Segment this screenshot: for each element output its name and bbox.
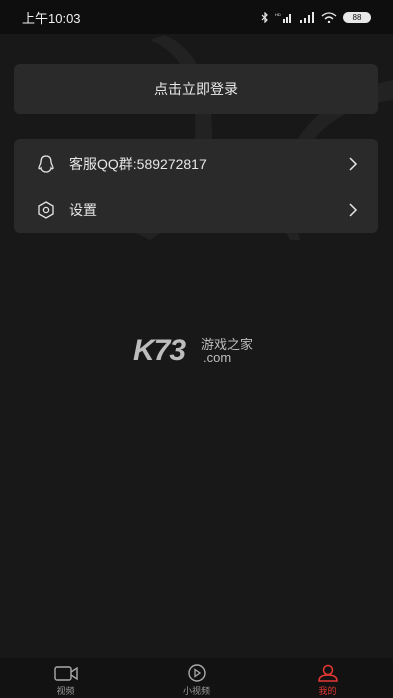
- menu-item-label: 客服QQ群:589272817: [69, 156, 207, 172]
- play-circle-icon: [187, 664, 206, 682]
- status-bar: 上午10:03 HD 88: [0, 0, 393, 34]
- watermark-domain: .com: [203, 350, 232, 365]
- signal-hd-icon: HD: [275, 12, 291, 23]
- status-time: 上午10:03: [22, 10, 81, 26]
- k73-watermark-logo: K73 游戏之家 .com: [133, 332, 273, 372]
- tab-label: 小视频: [182, 687, 210, 697]
- signal-icon: [300, 11, 314, 23]
- watermark-brand: K73: [133, 334, 186, 367]
- tab-label: 视频: [56, 687, 75, 697]
- settings-hexagon-icon: [38, 201, 54, 219]
- tab-mine[interactable]: 我的: [262, 658, 393, 698]
- qq-penguin-icon: [38, 155, 54, 173]
- user-icon: [317, 664, 338, 682]
- menu-item-settings[interactable]: 设置: [14, 187, 378, 233]
- login-button[interactable]: 点击立即登录: [14, 64, 378, 114]
- bottom-tab-bar: 视频 小视频 我的: [0, 658, 393, 698]
- menu-card: 客服QQ群:589272817 设置: [14, 139, 378, 233]
- chevron-right-icon: [349, 157, 358, 171]
- tab-label: 我的: [318, 687, 337, 697]
- login-label: 点击立即登录: [154, 82, 238, 98]
- wifi-icon: [321, 11, 337, 23]
- video-camera-icon: [53, 666, 78, 681]
- bluetooth-icon: [261, 11, 268, 23]
- svg-text:HD: HD: [275, 12, 281, 17]
- menu-item-label: 设置: [69, 202, 97, 218]
- tab-short-video[interactable]: 小视频: [131, 658, 262, 698]
- chevron-right-icon: [349, 203, 358, 217]
- battery-indicator: 88: [343, 11, 371, 23]
- tab-video[interactable]: 视频: [0, 658, 131, 698]
- menu-item-qq-group[interactable]: 客服QQ群:589272817: [14, 141, 378, 187]
- status-icons: HD 88: [261, 11, 371, 23]
